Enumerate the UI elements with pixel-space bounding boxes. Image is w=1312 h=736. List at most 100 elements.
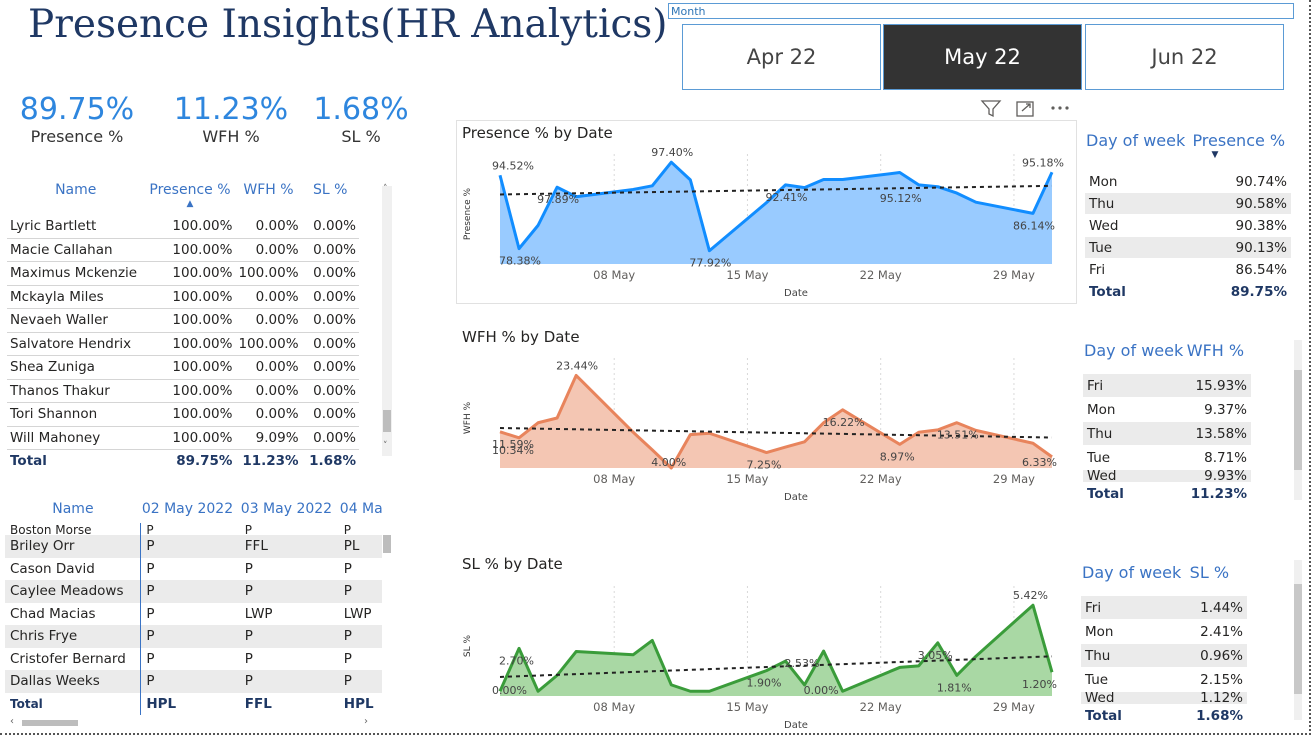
dow-row[interactable]: Fri 1.44% [1081,596,1247,620]
matrix-vertical-scrollbar[interactable] [382,517,391,707]
table-row[interactable]: Will Mahoney 100.00% 9.09% 0.00% [7,426,359,450]
data-label: 3.05% [918,649,953,662]
table-row[interactable]: Macie Callahan 100.00% 0.00% 0.00% [7,238,359,262]
matrix-horizontal-scrollbar[interactable]: ‹ › [10,716,370,728]
dow-row[interactable]: Wed 9.93% [1083,469,1251,483]
sort-ascending-icon: ▲ [186,199,194,209]
matrix-row[interactable]: Boston Morse P P P [5,523,387,535]
employee-name-cell: Tori Shannon [7,402,145,427]
value-cell: 100.00% [144,332,236,356]
dow-row[interactable]: Thu 0.96% [1081,643,1247,668]
table-row[interactable]: Thanos Thakur 100.00% 0.00% 0.00% [7,379,359,403]
dow-row[interactable]: Tue 2.15% [1081,667,1247,692]
value-cell: 90.13% [1191,236,1291,259]
scroll-down-icon[interactable]: ˅ [383,441,388,451]
matrix-row[interactable]: Cristofer Bernard P P P [5,647,387,670]
dow-row[interactable]: Wed 90.38% [1085,214,1291,237]
employee-name-cell: Thanos Thakur [7,379,145,403]
table-row[interactable]: Lyric Bartlett 100.00% 0.00% 0.00% [7,215,359,239]
month-option-may[interactable]: May 22 [883,24,1082,90]
employee-name-cell: Caylee Meadows [5,580,141,603]
scrollbar-thumb[interactable] [383,410,391,432]
scrollbar-thumb[interactable] [383,535,391,553]
matrix-row[interactable]: Caylee Meadows P P P [5,580,387,603]
matrix-row[interactable]: Dallas Weeks P P P [5,670,387,693]
scrollbar-thumb[interactable] [1294,370,1302,470]
dow-header-day[interactable]: Day of week [1081,562,1189,596]
day-cell: Tue [1083,445,1186,470]
total-cell: 11.23% [1185,482,1251,505]
value-cell: 0.00% [235,285,302,309]
dow-row[interactable]: Wed 1.12% [1081,691,1247,705]
dow-row[interactable]: Fri 15.93% [1083,374,1251,398]
dow-row[interactable]: Fri 86.54% [1085,258,1291,281]
scrollbar-thumb[interactable] [1294,584,1302,694]
dow-row[interactable]: Tue 90.13% [1085,236,1291,259]
dow-header-metric[interactable]: Presence % [1191,130,1291,164]
status-cell: P [140,523,240,535]
more-options-icon[interactable] [1051,106,1069,110]
kpi-label: Presence % [30,127,124,146]
matrix-row[interactable]: Chad Macias P LWP LWP [5,602,387,625]
matrix-row[interactable]: Cason David P P P [5,557,387,580]
dow-row[interactable]: Tue 8.71% [1083,445,1251,470]
data-label: 92.41% [766,191,808,204]
total-cell: 1.68% [301,449,359,471]
dow-row[interactable]: Mon 90.74% [1085,170,1291,193]
matrix-row[interactable]: Briley Orr P FFL PL [5,535,387,558]
dow-header-metric[interactable]: SL % [1189,562,1247,596]
matrix-row[interactable]: Chris Frye P P P [5,625,387,648]
column-header-sl[interactable]: SL % [302,181,359,215]
value-cell: 2.41% [1188,619,1247,644]
table-row[interactable]: Mckayla Miles 100.00% 0.00% 0.00% [7,285,359,309]
column-header-presence[interactable]: Presence % ▲ [144,181,235,215]
focus-mode-icon[interactable] [1016,101,1034,117]
matrix-header-date-1[interactable]: 02 May 2022 [141,495,240,523]
scroll-up-icon[interactable]: ˄ [383,184,388,194]
matrix-header-date-2[interactable]: 03 May 2022 [240,495,339,523]
x-tick-label: 08 May [593,700,635,714]
dow-wfh-scrollbar[interactable] [1294,340,1302,500]
scroll-right-icon[interactable]: › [364,716,368,727]
table-row[interactable]: Nevaeh Waller 100.00% 0.00% 0.00% [7,308,359,333]
value-cell: 100.00% [144,426,236,450]
wfh-by-date-chart[interactable]: 11.59%10.34%23.44%4.00% 7.25%16.22%8.97%1… [456,344,1066,506]
column-header-name[interactable]: Name [7,181,144,215]
month-option-apr[interactable]: Apr 22 [682,24,881,90]
table-row[interactable]: Maximus Mckenzie 100.00% 100.00% 0.00% [7,261,359,286]
total-cell: 11.23% [235,449,302,471]
scrollbar-thumb[interactable] [22,720,78,726]
dow-row[interactable]: Thu 13.58% [1083,421,1251,446]
table-row[interactable]: Shea Zuniga 100.00% 0.00% 0.00% [7,355,359,380]
employee-name-cell: Shea Zuniga [7,355,145,380]
x-tick-label: 29 May [993,700,1035,714]
value-cell: 100.00% [235,332,302,356]
presence-by-date-chart[interactable]: 94.52% 78.38% 97.89% 97.40% 77.92% 92.41% 95.1… [456,140,1066,302]
x-axis-label: Date [784,492,808,503]
employee-name-cell: Chris Frye [5,625,141,648]
status-cell: P [338,580,387,603]
day-cell: Thu [1083,421,1186,446]
status-cell: LWP [244,605,273,622]
dow-sl-scrollbar[interactable] [1294,560,1302,720]
scroll-left-icon[interactable]: ‹ [10,716,14,727]
matrix-header-name[interactable]: Name [5,495,141,523]
dow-row[interactable]: Thu 90.58% [1085,192,1291,215]
column-header-wfh[interactable]: WFH % [235,181,301,215]
matrix-header-date-3[interactable]: 04 Ma [339,495,387,523]
dow-wfh-table: Day of week WFH % Fri 15.93% Mon 9.37% Thu 13.5… [1083,340,1251,505]
month-option-jun[interactable]: Jun 22 [1085,24,1284,90]
employee-table-scrollbar[interactable]: ˄ ˅ [382,184,392,456]
dow-row[interactable]: Mon 9.37% [1083,397,1251,422]
sl-by-date-chart[interactable]: 0.00% 2.70% 1.90% 2.53% 0.00% 3.05% 1.81% 5.42%… [456,572,1066,734]
dow-row[interactable]: Mon 2.41% [1081,619,1247,644]
table-row[interactable]: Salvatore Hendrix 100.00% 100.00% 0.00% [7,332,359,356]
data-label: 97.89% [537,193,579,206]
filter-icon[interactable] [980,100,1002,118]
data-label: 77.92% [689,257,731,270]
dow-header-day[interactable]: Day of week [1085,130,1191,164]
dow-header-metric[interactable]: WFH % [1186,340,1251,374]
table-row[interactable]: Tori Shannon 100.00% 0.00% 0.00% [7,402,359,427]
dow-header-day[interactable]: Day of week [1083,340,1186,374]
value-cell: 0.00% [301,308,359,333]
